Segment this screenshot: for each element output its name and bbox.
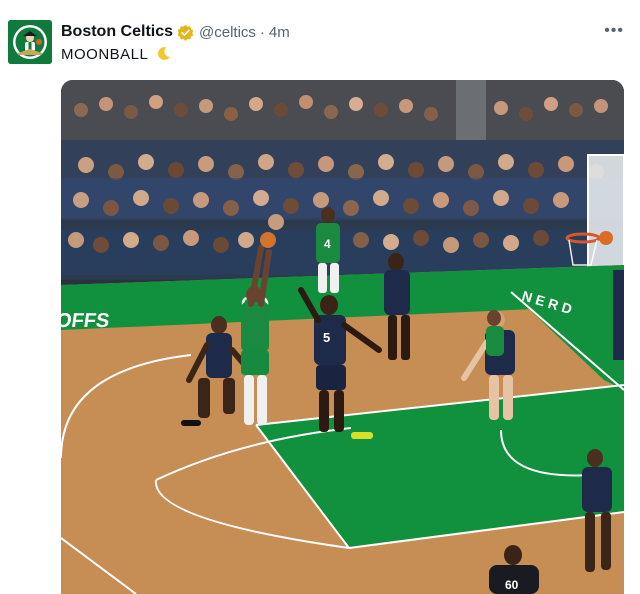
- separator-dot: ·: [259, 23, 265, 41]
- avatar[interactable]: [8, 20, 52, 64]
- court-text-playoffs: AYOFFS: [61, 310, 111, 332]
- jersey-number-4: 4: [324, 237, 331, 251]
- celtics-logo-icon: [8, 20, 52, 64]
- tweet-text: MOONBALL: [61, 46, 171, 65]
- verified-badge-icon: [177, 24, 194, 41]
- tweet-text-content: MOONBALL: [61, 46, 148, 63]
- tweet-media[interactable]: AYOFFS GO N E R D: [61, 80, 624, 594]
- timestamp[interactable]: 4m: [269, 24, 290, 41]
- author-handle[interactable]: @celtics: [199, 24, 256, 41]
- author-name[interactable]: Boston Celtics: [61, 23, 173, 41]
- more-options-button[interactable]: •••: [604, 22, 624, 40]
- tweet-header: Boston Celtics @celtics · 4m: [61, 22, 290, 42]
- ball: [599, 231, 613, 245]
- jersey-number-60: 60: [505, 578, 519, 592]
- crescent-moon-icon: [156, 46, 171, 65]
- basketball-photo: AYOFFS GO N E R D: [61, 80, 624, 594]
- jersey-number-5: 5: [323, 330, 330, 345]
